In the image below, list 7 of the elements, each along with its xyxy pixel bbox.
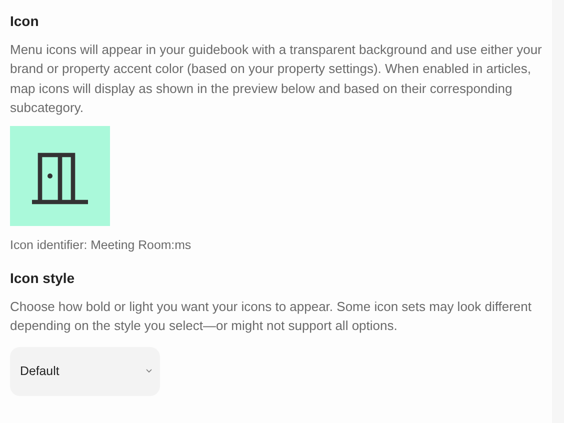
section-title: Icon [10, 12, 40, 31]
chevron-down-icon [146, 369, 152, 374]
section-title: Icon style [10, 269, 76, 288]
icon-identifier: Icon identifier: Meeting Room:ms [10, 237, 192, 254]
style-select[interactable]: Default [10, 346, 160, 396]
description-text: Choose how bold or light you want your icons to appear. Some icon sets may look different depending on the style you select—or might not support all options. [10, 298, 532, 336]
description-text: Menu icons will appear in your guidebook with a transparent background and use either your brand or property accent color (based on your property settings). When enabled in articles, map icons will display as shown in the preview below and based on their corresponding subcategory. [10, 41, 543, 117]
